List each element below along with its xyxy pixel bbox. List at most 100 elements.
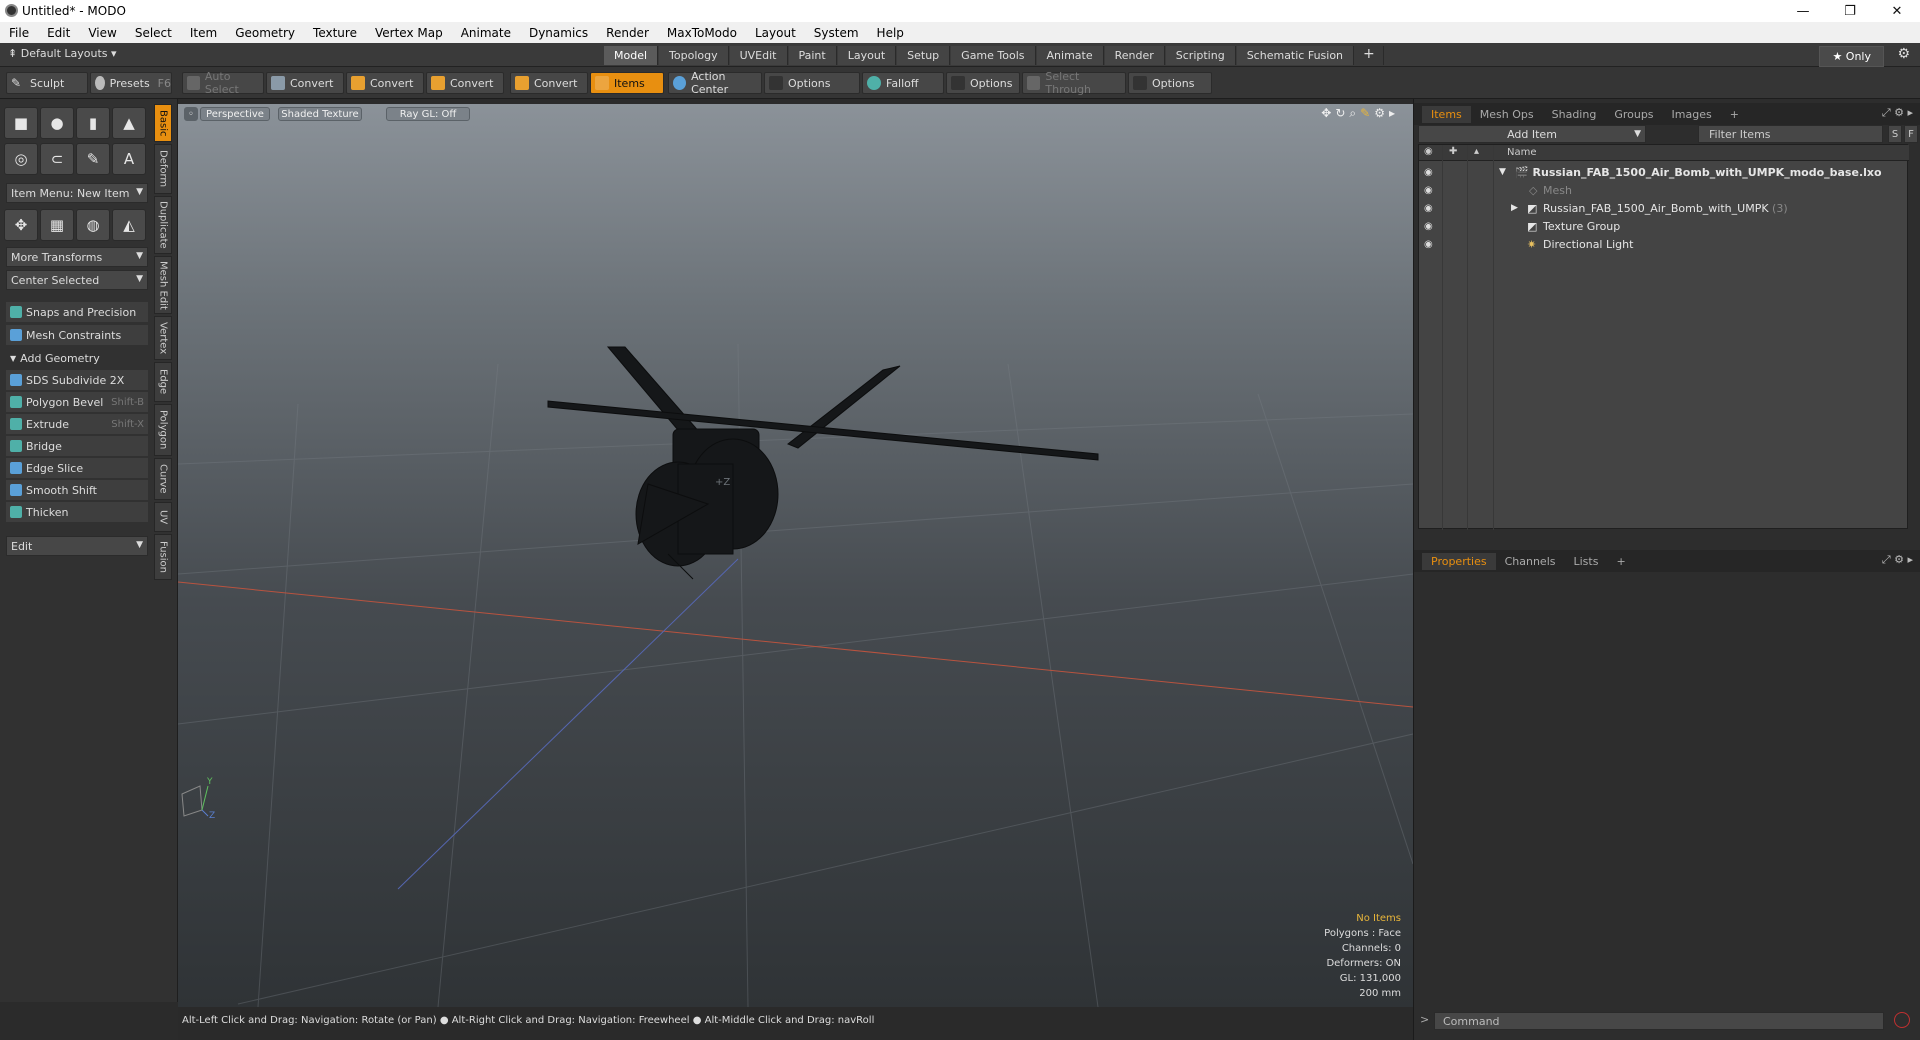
convert-material-button[interactable]: Convert — [510, 72, 588, 94]
menu-file[interactable]: File — [0, 26, 38, 40]
zoom-icon[interactable]: ⌕ — [1349, 106, 1356, 121]
viewport-menu-icon[interactable]: ◦ — [184, 107, 198, 121]
tool-edge-slice[interactable]: Edge Slice — [6, 458, 148, 478]
menu-animate[interactable]: Animate — [452, 26, 520, 40]
items-mode-button[interactable]: Items — [590, 72, 664, 94]
move-icon[interactable]: ✥ — [4, 209, 38, 241]
perspective-button[interactable]: Perspective — [200, 107, 270, 121]
tool-smooth-shift[interactable]: Smooth Shift — [6, 480, 148, 500]
menu-select[interactable]: Select — [126, 26, 181, 40]
menu-item[interactable]: Item — [181, 26, 226, 40]
shaded-texture-button[interactable]: Shaded Texture — [278, 107, 362, 121]
more-transforms-dropdown[interactable]: More Transforms ▼ — [6, 247, 148, 267]
item-menu-dropdown[interactable]: Item Menu: New Item ▼ — [6, 183, 148, 203]
menu-geometry[interactable]: Geometry — [226, 26, 304, 40]
item-row-scene[interactable]: ◉ ▼ 🎬 Russian_FAB_1500_Air_Bomb_with_UMP… — [1419, 163, 1909, 181]
snaps-precision-button[interactable]: Snaps and Precision — [6, 302, 148, 322]
tab-topology[interactable]: Topology — [659, 46, 729, 65]
eye-icon[interactable]: ◉ — [1424, 185, 1433, 196]
pen-icon[interactable]: ✎ — [76, 143, 110, 175]
tab-shading[interactable]: Shading — [1543, 106, 1606, 123]
s-button[interactable]: S — [1888, 125, 1902, 143]
menu-texture[interactable]: Texture — [304, 26, 366, 40]
settings-icon[interactable]: ⚙ — [1374, 106, 1385, 121]
cube-icon[interactable]: ■ — [4, 107, 38, 139]
mesh-constraints-button[interactable]: Mesh Constraints — [6, 325, 148, 345]
record-icon[interactable] — [1894, 1012, 1910, 1028]
menu-render[interactable]: Render — [597, 26, 658, 40]
tab-mesh-ops[interactable]: Mesh Ops — [1471, 106, 1543, 123]
command-input[interactable]: Command — [1434, 1012, 1884, 1030]
raygl-button[interactable]: Ray GL: Off — [386, 107, 470, 121]
tab-schematic-fusion[interactable]: Schematic Fusion — [1236, 46, 1355, 65]
options-button-3[interactable]: Options — [1128, 72, 1212, 94]
wrench-icon[interactable]: ✎ — [1360, 106, 1370, 121]
vtab-fusion[interactable]: Fusion — [154, 534, 172, 580]
default-layouts-dropdown[interactable]: ⇞ Default Layouts ▾ — [8, 47, 117, 60]
move-view-icon[interactable]: ✥ — [1321, 106, 1331, 121]
vtab-uv[interactable]: UV — [154, 502, 172, 532]
only-toggle[interactable]: ★ Only — [1819, 46, 1884, 67]
text-icon[interactable]: A — [112, 143, 146, 175]
vtab-vertex[interactable]: Vertex — [154, 316, 172, 360]
falloff-button[interactable]: Falloff — [862, 72, 944, 94]
auto-select-button[interactable]: Auto Select — [182, 70, 264, 96]
menu-edit[interactable]: Edit — [38, 26, 79, 40]
tool-thicken[interactable]: Thicken — [6, 502, 148, 522]
filter-items-input[interactable]: Filter Items — [1698, 125, 1883, 143]
vtab-edge[interactable]: Edge — [154, 362, 172, 402]
vtab-deform[interactable]: Deform — [154, 144, 172, 194]
edit-dropdown[interactable]: Edit ▼ — [6, 536, 148, 556]
cylinder-icon[interactable]: ▮ — [76, 107, 110, 139]
sphere-icon[interactable]: ● — [40, 107, 74, 139]
panel-options-icon[interactable]: ⤢ ⚙ ▸ — [1882, 106, 1913, 120]
tool-polygon-bevel[interactable]: Polygon Bevel Shift-B — [6, 392, 148, 412]
center-selected-dropdown[interactable]: Center Selected ▼ — [6, 270, 148, 290]
tab-animate[interactable]: Animate — [1036, 46, 1104, 65]
options-button-1[interactable]: Options — [764, 72, 860, 94]
vtab-polygon[interactable]: Polygon — [154, 404, 172, 456]
tab-properties[interactable]: Properties — [1422, 553, 1496, 570]
tool-bridge[interactable]: Bridge — [6, 436, 148, 456]
add-item-dropdown[interactable]: Add Item ▼ — [1418, 125, 1646, 143]
options-button-2[interactable]: Options — [946, 72, 1020, 94]
cone-icon[interactable]: ▲ — [112, 107, 146, 139]
menu-layout[interactable]: Layout — [746, 26, 805, 40]
pyramid-icon[interactable]: ◭ — [112, 209, 146, 241]
menu-vertex-map[interactable]: Vertex Map — [366, 26, 452, 40]
expand-arrow-icon[interactable]: ▶ — [1511, 203, 1518, 213]
gear-icon[interactable]: ⚙ — [1897, 46, 1910, 62]
add-geometry-section[interactable]: ▼ Add Geometry — [6, 349, 148, 367]
select-through-button[interactable]: Select Through — [1022, 70, 1126, 96]
menu-dynamics[interactable]: Dynamics — [520, 26, 597, 40]
tab-groups[interactable]: Groups — [1605, 106, 1662, 123]
torus-icon[interactable]: ◎ — [4, 143, 38, 175]
vtab-curve[interactable]: Curve — [154, 458, 172, 500]
menu-help[interactable]: Help — [868, 26, 913, 40]
tab-channels[interactable]: Channels — [1496, 553, 1565, 570]
close-button[interactable]: ✕ — [1874, 0, 1920, 22]
tab-items[interactable]: Items — [1422, 106, 1471, 123]
3d-viewport[interactable]: +Z Y Z ◦ Perspective Shaded Texture Ray … — [178, 104, 1413, 1007]
grid-icon[interactable]: ▦ — [40, 209, 74, 241]
presets-button[interactable]: Presets F6 — [90, 72, 172, 94]
sculpt-button[interactable]: ✎ Sculpt — [6, 72, 88, 94]
add-panel-tab[interactable]: + — [1721, 106, 1748, 123]
vtab-duplicate[interactable]: Duplicate — [154, 196, 172, 254]
menu-view[interactable]: View — [79, 26, 125, 40]
add-props-tab[interactable]: + — [1607, 553, 1634, 570]
name-column-header[interactable]: Name — [1507, 147, 1537, 158]
rotate-view-icon[interactable]: ↻ — [1335, 106, 1345, 121]
eye-icon[interactable]: ◉ — [1424, 239, 1433, 250]
eye-icon[interactable]: ◉ — [1424, 167, 1433, 178]
item-row-texture-group[interactable]: ◉ ◩ Texture Group — [1419, 217, 1909, 235]
tab-lists[interactable]: Lists — [1565, 553, 1608, 570]
convert-vertex-button[interactable]: Convert — [266, 72, 344, 94]
eye-icon[interactable]: ◉ — [1424, 221, 1433, 232]
expand-arrow-icon[interactable]: ▸ — [1389, 106, 1395, 121]
tool-extrude[interactable]: Extrude Shift-X — [6, 414, 148, 434]
menu-system[interactable]: System — [805, 26, 868, 40]
expand-arrow-icon[interactable]: ▼ — [1499, 167, 1506, 177]
tab-game-tools[interactable]: Game Tools — [951, 46, 1036, 65]
tab-model[interactable]: Model — [604, 46, 659, 65]
